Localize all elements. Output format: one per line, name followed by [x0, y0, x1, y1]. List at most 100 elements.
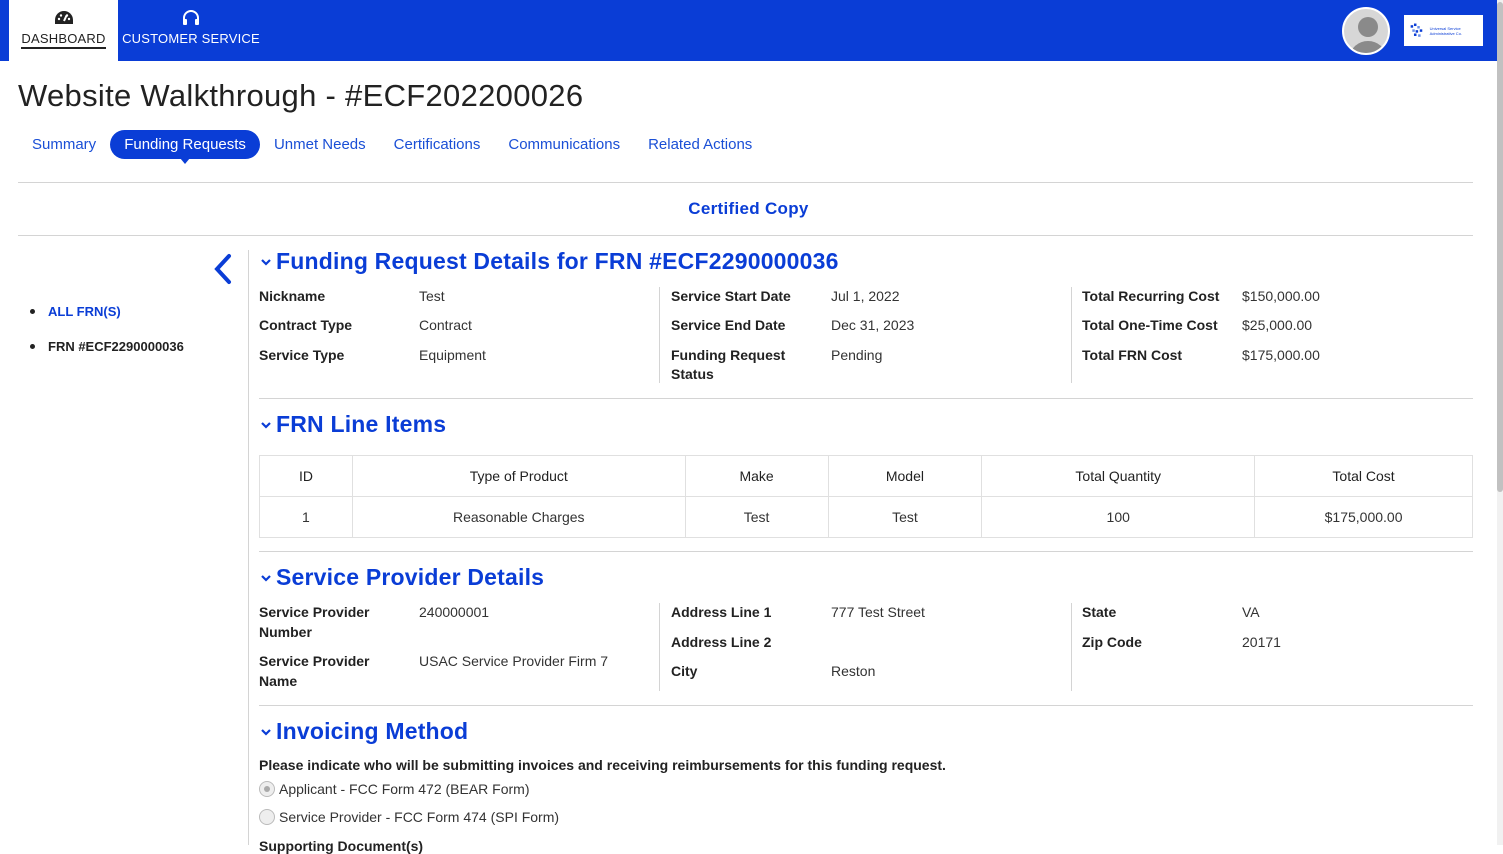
section-tabs: Summary Funding Requests Unmet Needs Cer… — [18, 129, 766, 164]
field-label: Zip Code — [1082, 634, 1142, 650]
tab-funding-requests[interactable]: Funding Requests — [110, 129, 260, 164]
field-label: State — [1082, 604, 1117, 620]
section-title-text: FRN Line Items — [276, 411, 447, 437]
section-title-text: Funding Request Details for FRN #ECF2290… — [276, 248, 839, 274]
field-label: Total FRN Cost — [1082, 347, 1183, 363]
funding-request-details-heading[interactable]: Funding Request Details for FRN #ECF2290… — [259, 248, 839, 275]
current-frn-item[interactable]: FRN #ECF2290000036 — [48, 339, 184, 354]
chevron-down-icon — [261, 421, 271, 429]
user-silhouette-icon — [1350, 17, 1386, 53]
radio-button-checked[interactable] — [259, 781, 275, 797]
page-scrollbar[interactable] — [1497, 0, 1503, 845]
table-row: 1 Reasonable Charges Test Test 100 $175,… — [259, 496, 1473, 538]
divider — [259, 551, 1473, 552]
column-header[interactable]: Make — [684, 455, 829, 497]
supporting-documents-label: Supporting Document(s) — [259, 838, 424, 854]
table-cell: Reasonable Charges — [351, 496, 686, 538]
table-header-row: ID Type of Product Make Model Total Quan… — [259, 455, 1473, 497]
list-item: FRN #ECF2290000036 — [30, 339, 184, 354]
column-divider — [1071, 603, 1072, 691]
column-header[interactable]: Model — [827, 455, 983, 497]
section-title-text: Service Provider Details — [276, 564, 545, 590]
top-nav-bar: DASHBOARD CUSTOMER SERVICE Universal Ser… — [0, 0, 1497, 61]
column-header[interactable]: Total Quantity — [981, 455, 1256, 497]
field-label: Address Line 1 — [671, 604, 772, 620]
chevron-down-icon — [261, 258, 271, 266]
bullet-icon — [30, 344, 35, 349]
headset-icon — [183, 10, 199, 25]
divider — [18, 182, 1473, 183]
column-header[interactable]: ID — [259, 455, 353, 497]
tab-related-actions[interactable]: Related Actions — [634, 130, 766, 159]
service-provider-details-heading[interactable]: Service Provider Details — [259, 564, 544, 591]
field-value: $150,000.00 — [1242, 288, 1320, 304]
field-label: Name — [259, 673, 298, 689]
avatar[interactable] — [1342, 7, 1390, 55]
section-title-text: Invoicing Method — [276, 718, 469, 744]
field-label: Service Start Date — [671, 288, 791, 304]
field-value: VA — [1242, 604, 1260, 620]
frn-line-items-heading[interactable]: FRN Line Items — [259, 411, 446, 438]
field-label: Service Provider — [259, 604, 370, 620]
frn-list: ALL FRN(S) FRN #ECF2290000036 — [30, 304, 184, 374]
field-label: Address Line 2 — [671, 634, 772, 650]
field-label: Service Provider — [259, 653, 370, 669]
field-label: Number — [259, 624, 312, 640]
invoicing-prompt: Please indicate who will be submitting i… — [259, 757, 946, 773]
nav-customer-service-button[interactable]: CUSTOMER SERVICE — [122, 0, 260, 61]
scrollbar-thumb[interactable] — [1497, 2, 1503, 492]
radio-button[interactable] — [259, 809, 275, 825]
radio-applicant-bear[interactable]: Applicant - FCC Form 472 (BEAR Form) — [259, 781, 530, 797]
column-divider — [1071, 287, 1072, 383]
bullet-icon — [30, 309, 35, 314]
field-label: Total Recurring Cost — [1082, 288, 1220, 304]
chevron-left-icon — [214, 254, 231, 284]
usac-logo: Universal Service Administrative Co. — [1404, 15, 1483, 46]
divider — [259, 705, 1473, 706]
column-divider — [659, 603, 660, 691]
table-cell: Test — [684, 496, 829, 538]
page-title: Website Walkthrough - #ECF202200026 — [18, 78, 584, 113]
column-header[interactable]: Total Cost — [1254, 455, 1473, 497]
usac-logo-text: Universal Service Administrative Co. — [1429, 25, 1463, 36]
field-value: 240000001 — [419, 604, 490, 620]
field-value: Dec 31, 2023 — [831, 317, 915, 333]
list-item: ALL FRN(S) — [30, 304, 184, 319]
field-label: Total One-Time Cost — [1082, 317, 1218, 333]
divider — [259, 398, 1473, 399]
radio-service-provider-spi[interactable]: Service Provider - FCC Form 474 (SPI For… — [259, 809, 559, 825]
chevron-down-icon — [261, 728, 271, 736]
all-frns-link[interactable]: ALL FRN(S) — [48, 304, 121, 319]
table-cell: 100 — [981, 496, 1256, 538]
divider — [18, 235, 1473, 236]
field-value: Equipment — [419, 347, 486, 363]
nav-dashboard-label: DASHBOARD — [21, 31, 106, 49]
tab-certifications[interactable]: Certifications — [380, 130, 495, 159]
field-label: Service End Date — [671, 317, 786, 333]
field-label: Funding Request — [671, 347, 786, 363]
tab-unmet-needs[interactable]: Unmet Needs — [260, 130, 380, 159]
tab-summary[interactable]: Summary — [18, 130, 110, 159]
field-value: Reston — [831, 663, 876, 679]
field-value: Jul 1, 2022 — [831, 288, 900, 304]
field-value: Test — [419, 288, 445, 304]
status-value: Pending — [831, 347, 883, 363]
nav-dashboard-button[interactable]: DASHBOARD — [9, 0, 118, 61]
collapse-sidebar-button[interactable] — [210, 253, 236, 285]
field-value: USAC Service Provider Firm 7 — [419, 653, 609, 669]
table-cell: Test — [827, 496, 983, 538]
nav-customer-service-label: CUSTOMER SERVICE — [122, 31, 260, 46]
invoicing-method-heading[interactable]: Invoicing Method — [259, 718, 468, 745]
column-divider — [659, 287, 660, 383]
table-cell: 1 — [259, 496, 353, 538]
field-value: 777 Test Street — [831, 604, 925, 620]
column-header[interactable]: Type of Product — [351, 455, 686, 497]
field-label: Service Type — [259, 347, 345, 363]
sidebar-divider — [248, 250, 249, 845]
line-items-table: ID Type of Product Make Model Total Quan… — [259, 455, 1473, 538]
chevron-down-icon — [261, 574, 271, 582]
field-label: Contract Type — [259, 317, 353, 333]
field-value: Contract — [419, 317, 472, 333]
tab-communications[interactable]: Communications — [494, 130, 634, 159]
certified-copy-heading: Certified Copy — [688, 199, 809, 218]
